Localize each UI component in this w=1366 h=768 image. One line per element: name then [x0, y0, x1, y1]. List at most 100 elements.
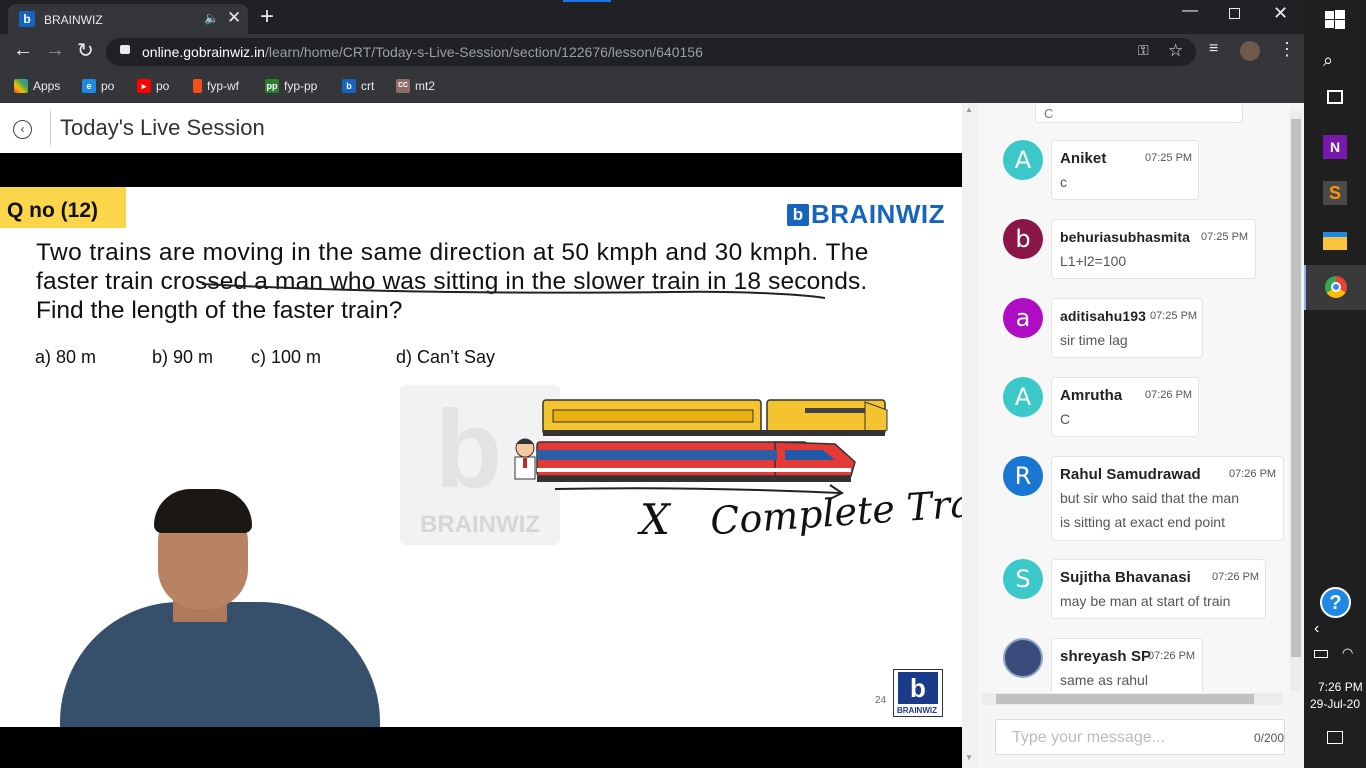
question-number: Q no (12) — [7, 199, 99, 222]
figma-icon — [193, 79, 202, 93]
scroll-down-icon[interactable]: ▼ — [965, 753, 973, 762]
message-bubble: shreyash SP 07:26 PM same as rahul — [1051, 638, 1203, 693]
menu-kebab-icon[interactable]: ⋮ — [1278, 39, 1296, 60]
media-control-icon[interactable]: ≡ — [1209, 40, 1218, 58]
scroll-up-icon[interactable]: ▲ — [965, 105, 973, 114]
bookmark-apps[interactable]: Apps — [14, 77, 60, 95]
chat-vertical-scrollbar[interactable] — [1290, 111, 1302, 691]
message-time: 07:25 PM — [1201, 231, 1249, 243]
clock-date[interactable]: 29-Jul-20 — [1310, 697, 1360, 711]
chrome-taskbar-item[interactable] — [1304, 265, 1366, 310]
task-view-icon[interactable] — [1327, 90, 1343, 104]
sublime-text-icon[interactable]: S — [1323, 181, 1347, 205]
header-divider — [50, 111, 51, 145]
speaker-icon[interactable]: 🔈 — [204, 11, 219, 25]
avatar-photo — [1003, 638, 1043, 678]
youtube-icon: ▸ — [137, 79, 151, 93]
edge-icon: e — [82, 79, 96, 93]
reload-icon[interactable]: ↻ — [77, 38, 94, 63]
wifi-icon[interactable]: ◠ — [1342, 645, 1353, 661]
message-time: 07:26 PM — [1212, 571, 1260, 583]
profile-avatar-icon[interactable] — [1240, 41, 1260, 61]
battery-icon[interactable] — [1314, 650, 1328, 658]
bookmarks-bar: Apps e po ▸ po fyp-wf pp fyp-pp b crt CC… — [0, 70, 1304, 103]
man-figure — [514, 438, 536, 480]
close-window-icon[interactable]: ✕ — [1273, 3, 1288, 24]
message-text: c — [1060, 174, 1067, 190]
option-b: b) 90 m — [152, 347, 214, 367]
back-icon[interactable]: ← — [13, 39, 33, 62]
corner-logo-b-icon: b — [898, 672, 938, 704]
back-circle-icon[interactable]: ‹ — [13, 120, 32, 139]
scrollbar-thumb[interactable] — [996, 694, 1254, 704]
chat-horizontal-scrollbar[interactable] — [982, 693, 1282, 705]
browser-tab[interactable]: b BRAINWIZ 🔈 ✕ — [8, 4, 248, 34]
tab-strip: b BRAINWIZ 🔈 ✕ + — ✕ — [0, 0, 1304, 34]
chat-message: A Aniket 07:25 PM c — [978, 140, 1278, 200]
chat-message: A Amrutha 07:26 PM C — [978, 377, 1278, 437]
bookmark-mt2[interactable]: CC mt2 — [396, 77, 435, 95]
sender-name: Sujitha Bhavanasi — [1060, 569, 1191, 586]
message-text: C — [1060, 411, 1071, 427]
tray-chevron-icon[interactable]: ‹ — [1314, 620, 1319, 638]
lock-icon — [120, 45, 130, 54]
notification-icon[interactable] — [1327, 731, 1343, 744]
sender-name: aditisahu193 — [1060, 308, 1147, 324]
message-bubble: aditisahu193 07:25 PM sir time lag — [1051, 298, 1203, 358]
url-host: online.gobrainwiz.in — [142, 44, 265, 60]
option-d: d) Can’t Say — [396, 347, 496, 367]
lecture-slide: Q no (12) b BRAINWIZ Two trains are movi… — [0, 187, 962, 727]
question-line: Two trains are moving in the same direct… — [36, 239, 869, 266]
watermark-text: BRAINWIZ — [420, 511, 540, 538]
message-text: but sir who said that the man — [1060, 490, 1239, 506]
sender-name: Rahul Samudrawad — [1060, 466, 1201, 483]
minimize-icon[interactable]: — — [1182, 2, 1198, 20]
bookmark-crt[interactable]: b crt — [342, 77, 374, 95]
bookmark-fyp-pp[interactable]: pp fyp-pp — [265, 77, 317, 95]
scrollbar-thumb[interactable] — [1291, 119, 1301, 657]
search-icon[interactable]: ⌕ — [1323, 50, 1347, 74]
restore-icon[interactable] — [1229, 8, 1240, 19]
message-time: 07:26 PM — [1148, 650, 1196, 662]
message-bubble: Sujitha Bhavanasi 07:26 PM may be man at… — [1051, 559, 1266, 619]
address-bar[interactable]: online.gobrainwiz.in/learn/home/CRT/Toda… — [106, 38, 1196, 66]
avatar: a — [1003, 298, 1043, 338]
bookmark-label: crt — [361, 79, 375, 93]
message-time: 07:26 PM — [1229, 468, 1277, 480]
tab-close-icon[interactable]: ✕ — [227, 8, 241, 28]
chat-message: a aditisahu193 07:25 PM sir time lag — [978, 298, 1278, 358]
video-player[interactable]: Q no (12) b BRAINWIZ Two trains are movi… — [0, 153, 962, 768]
avatar: A — [1003, 377, 1043, 417]
corner-logo: b BRAINWIZ — [893, 669, 943, 717]
onenote-icon[interactable]: N — [1323, 135, 1347, 159]
chat-panel: ▲ ▼ C A Aniket 07:25 PM c b behuriasubha… — [962, 103, 1304, 768]
bookmark-fyp-wf[interactable]: fyp-wf — [193, 77, 239, 95]
chat-message: S Sujitha Bhavanasi 07:26 PM may be man … — [978, 559, 1278, 619]
fast-train — [536, 441, 856, 482]
help-icon[interactable]: ? — [1320, 587, 1351, 618]
windows-start-icon[interactable] — [1323, 8, 1347, 32]
bookmark-label: fyp-pp — [284, 79, 318, 93]
bookmark-po-2[interactable]: ▸ po — [137, 77, 169, 95]
brand-logo: b BRAINWIZ — [787, 199, 945, 230]
chrome-icon-center — [1331, 282, 1341, 292]
brand-name: BRAINWIZ — [811, 199, 945, 229]
pp-icon: pp — [265, 79, 279, 93]
message-input[interactable]: Type your message... 0/200 — [995, 719, 1285, 755]
new-tab-icon[interactable]: + — [260, 3, 274, 31]
key-icon[interactable]: ⚿ — [1138, 42, 1149, 59]
option-a: a) 80 m — [35, 347, 97, 367]
forward-icon[interactable]: → — [45, 39, 65, 62]
bookmark-label: po — [156, 79, 170, 93]
clock-time[interactable]: 7:26 PM — [1318, 680, 1363, 694]
chat-message: R Rahul Samudrawad 07:26 PM but sir who … — [978, 456, 1284, 541]
bookmark-label: po — [101, 79, 115, 93]
avatar: A — [1003, 140, 1043, 180]
message-input-placeholder: Type your message... — [1012, 729, 1165, 746]
bookmark-po-1[interactable]: e po — [82, 77, 114, 95]
message-text: same as rahul — [1060, 672, 1148, 688]
file-explorer-icon[interactable] — [1323, 232, 1347, 250]
brainwiz-icon: b — [342, 79, 356, 93]
message-time: 07:26 PM — [1145, 389, 1193, 401]
star-icon[interactable]: ☆ — [1168, 41, 1183, 61]
